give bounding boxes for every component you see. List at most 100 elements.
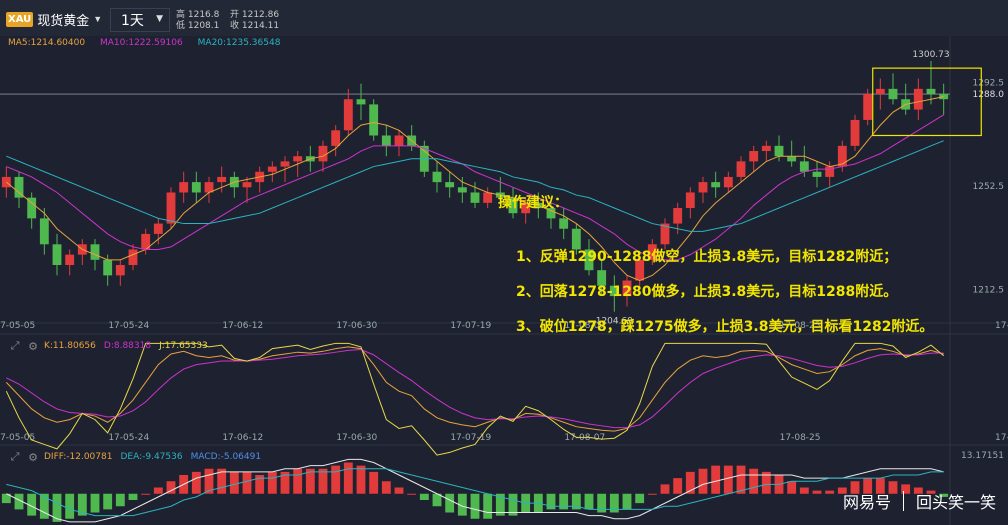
candle-body bbox=[115, 265, 125, 276]
macd-dea-value: DEA:-9.47536 bbox=[120, 452, 183, 462]
candle-body bbox=[761, 145, 771, 152]
macd-value: MACD:-5.06491 bbox=[190, 452, 262, 462]
macd-bar bbox=[369, 471, 379, 494]
annotation-line-3: 3、破位1278，踩1275做多，止损3.8美元，目标看1282附近。 bbox=[516, 319, 934, 335]
macd-bar bbox=[812, 490, 822, 494]
candle-body bbox=[432, 171, 442, 183]
expand-icon[interactable]: ⤢ bbox=[8, 450, 22, 463]
candle-body bbox=[153, 223, 163, 234]
macd-bar bbox=[546, 493, 556, 510]
macd-bar bbox=[65, 493, 75, 519]
candle-body bbox=[331, 130, 341, 146]
annotation-title: 操作建议： bbox=[498, 195, 568, 211]
kdj-k-line bbox=[5, 346, 944, 432]
kdj-x-tick: 17-08-25 bbox=[780, 433, 821, 443]
kdj-k-value: K:11.80656 bbox=[44, 341, 96, 351]
candle-body bbox=[483, 192, 493, 203]
macd-bar bbox=[723, 465, 733, 494]
main-x-tick: 17-09-10 bbox=[995, 321, 1008, 331]
candle-body bbox=[103, 259, 113, 276]
candle-body bbox=[394, 135, 404, 146]
candle-body bbox=[90, 244, 100, 260]
expand-icon[interactable]: ⤢ bbox=[8, 339, 22, 352]
kdj-d-value: D:8.88318 bbox=[103, 341, 152, 351]
watermark-brand: 网易号 bbox=[842, 493, 891, 512]
kdj-x-tick: 17-05-05 bbox=[0, 433, 35, 443]
macd-bar bbox=[698, 468, 708, 494]
candle-body bbox=[293, 156, 303, 162]
candle-body bbox=[875, 88, 885, 95]
macd-bar bbox=[90, 493, 100, 513]
macd-bar bbox=[407, 493, 417, 495]
candle-body bbox=[736, 161, 746, 177]
candle-body bbox=[65, 254, 75, 266]
macd-bar bbox=[394, 487, 404, 494]
main-x-tick: 17-05-24 bbox=[108, 321, 149, 331]
gear-icon[interactable]: ⚙ bbox=[26, 451, 40, 464]
candle-body bbox=[445, 182, 455, 188]
watermark-author: 回头笑一笑 bbox=[915, 493, 996, 512]
macd-bar bbox=[483, 493, 493, 519]
main-x-tick: 17-06-12 bbox=[222, 321, 263, 331]
macd-bar bbox=[559, 493, 569, 510]
high-annotation: 1300.73 bbox=[912, 50, 949, 60]
candle-body bbox=[128, 249, 138, 266]
candle-body bbox=[457, 187, 467, 193]
candle-body bbox=[52, 244, 62, 266]
macd-bar bbox=[242, 471, 252, 494]
candle-body bbox=[787, 156, 797, 162]
current-price-label: 1288.0 bbox=[973, 90, 1005, 100]
annotation-line-2: 2、回落1278-1280做多，止损3.8美元，目标1288附近。 bbox=[516, 284, 898, 300]
kdj-j-value: J:17.65333 bbox=[159, 341, 208, 351]
macd-bar bbox=[115, 493, 125, 507]
candle-body bbox=[166, 192, 176, 224]
candle-body bbox=[39, 218, 49, 245]
kdj-x-tick: 17-08-07 bbox=[564, 433, 605, 443]
macd-bar bbox=[267, 471, 277, 494]
macd-bar bbox=[419, 493, 429, 500]
y-tick-label: 1252.5 bbox=[973, 182, 1005, 192]
kdj-x-tick: 17-06-12 bbox=[222, 433, 263, 443]
candle-body bbox=[888, 88, 898, 100]
macd-bar bbox=[103, 493, 113, 510]
candle-body bbox=[559, 218, 569, 229]
main-x-tick: 17-06-30 bbox=[336, 321, 377, 331]
macd-bar bbox=[711, 465, 721, 494]
candle-body bbox=[470, 192, 480, 203]
candle-body bbox=[673, 208, 683, 224]
y-tick-label: 1212.5 bbox=[973, 286, 1005, 296]
candle-body bbox=[711, 182, 721, 188]
macd-bar bbox=[787, 481, 797, 494]
candle-body bbox=[242, 182, 252, 188]
macd-bar bbox=[229, 471, 239, 494]
candle-body bbox=[850, 119, 860, 146]
macd-bar bbox=[647, 493, 657, 495]
kdj-x-tick: 17-06-30 bbox=[336, 433, 377, 443]
candle-body bbox=[926, 88, 936, 95]
macd-bar bbox=[381, 481, 391, 494]
candle-body bbox=[698, 182, 708, 193]
candle-body bbox=[280, 161, 290, 167]
macd-bar bbox=[356, 465, 366, 494]
macd-bar bbox=[749, 468, 759, 494]
watermark: 网易号 回头笑一笑 bbox=[843, 489, 996, 513]
macd-bar bbox=[191, 471, 201, 494]
y-tick-label: 1292.5 bbox=[973, 78, 1005, 88]
kdj-x-tick: 17-05-24 bbox=[108, 433, 149, 443]
macd-bar bbox=[153, 487, 163, 494]
macd-bar bbox=[584, 493, 594, 510]
candle-body bbox=[267, 166, 277, 172]
candle-body bbox=[369, 104, 379, 136]
candle-body bbox=[913, 88, 923, 110]
gear-icon[interactable]: ⚙ bbox=[26, 340, 40, 353]
candle-body bbox=[381, 135, 391, 146]
candle-body bbox=[356, 99, 366, 105]
macd-diff-value: DIFF:-12.00781 bbox=[44, 452, 113, 462]
watermark-divider bbox=[902, 491, 904, 511]
kdj-legend: ⤢ ⚙ K:11.80656 D:8.88318 J:17.65333 bbox=[8, 339, 216, 353]
macd-bar bbox=[141, 493, 151, 495]
candle-body bbox=[179, 182, 189, 193]
candle-body bbox=[774, 145, 784, 157]
macd-y-tick: 13.17151 bbox=[961, 451, 1004, 461]
macd-legend: ⤢ ⚙ DIFF:-12.00781 DEA:-9.47536 MACD:-5.… bbox=[8, 450, 269, 464]
